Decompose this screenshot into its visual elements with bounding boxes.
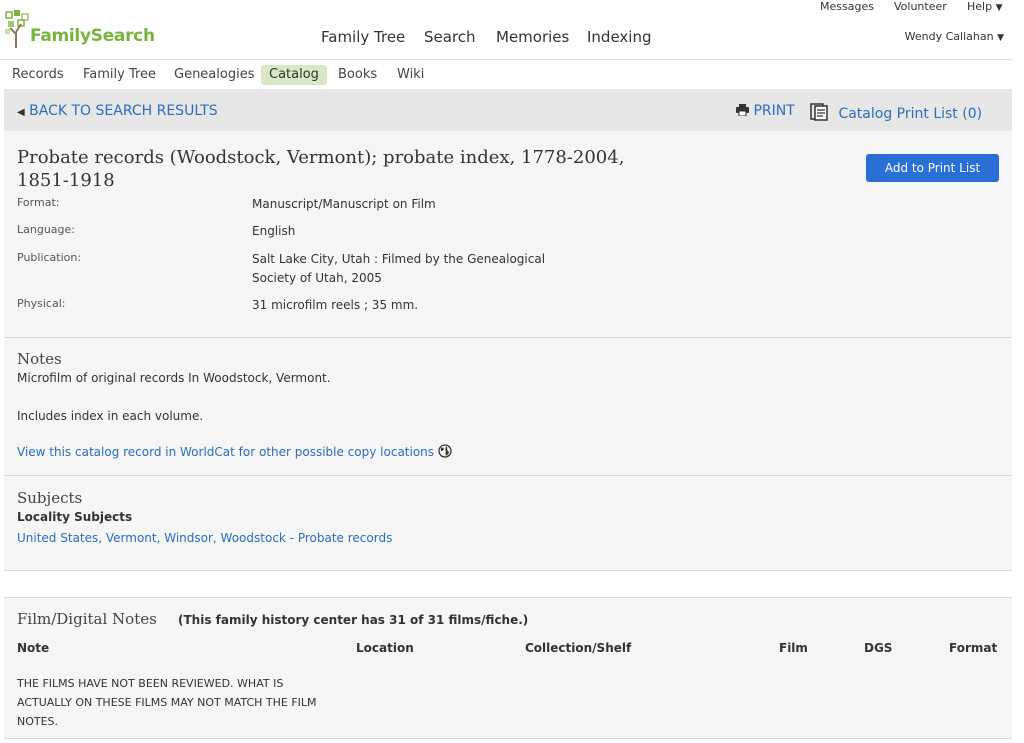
subnav-books[interactable]: Books [330,65,385,85]
notes-line-1: Microfilm of original records In Woodsto… [17,371,331,385]
back-label: BACK TO SEARCH RESULTS [29,103,218,119]
volunteer-link[interactable]: Volunteer [894,0,947,13]
catalog-print-list-link[interactable]: Catalog Print List (0) [810,103,982,122]
column-header-dgs[interactable]: DGS [864,641,892,655]
locality-subject-link[interactable]: United States, Vermont, Windsor, Woodsto… [17,531,392,545]
publication-value: Salt Lake City, Utah : Filmed by the Gen… [252,252,546,285]
user-name: Wendy Callahan [904,30,994,43]
physical-value: 31 microfilm reels ; 35 mm. [252,298,419,312]
film-count-note: (This family history center has 31 of 31… [178,613,529,627]
column-header-film[interactable]: Film [779,641,808,655]
column-header-location[interactable]: Location [356,641,414,655]
nav-family-tree[interactable]: Family Tree [321,28,405,46]
print-list-label: Catalog Print List (0) [838,106,983,122]
notes-line-2: Includes index in each volume. [17,409,204,423]
subnav-records[interactable]: Records [4,65,72,85]
tree-logo-icon [5,10,29,48]
logo-text: FamilySearch [30,26,155,46]
printer-icon [736,104,749,117]
help-label: Help [967,0,993,13]
film-note-cell: THE FILMS HAVE NOT BEEN REVIEWED. WHAT I… [17,677,317,728]
subnav-wiki[interactable]: Wiki [389,65,432,85]
worldcat-link[interactable]: View this catalog record in WorldCat for… [17,444,452,459]
language-label: Language: [17,223,75,236]
print-label: PRINT [753,103,795,119]
nav-memories[interactable]: Memories [496,28,569,46]
caret-down-icon: ▼ [995,3,1003,13]
add-to-print-list-button[interactable]: Add to Print List [866,154,999,182]
subnav-catalog[interactable]: Catalog [261,65,327,85]
back-to-results-link[interactable]: ◀ BACK TO SEARCH RESULTS [17,103,218,119]
subnav-genealogies[interactable]: Genealogies [166,65,262,85]
film-notes-heading: Film/Digital Notes [17,610,157,628]
messages-link[interactable]: Messages [820,0,874,13]
subjects-section [4,476,1012,570]
subnav-family-tree[interactable]: Family Tree [75,65,164,85]
language-value: English [252,224,296,238]
caret-down-icon: ▼ [997,33,1004,43]
nav-search[interactable]: Search [424,28,476,46]
publication-label: Publication: [17,251,82,264]
column-header-format[interactable]: Format [949,641,997,655]
print-list-icon [810,103,828,121]
format-value: Manuscript/Manuscript on Film [252,197,436,211]
column-header-collection-shelf[interactable]: Collection/Shelf [525,641,631,655]
user-menu[interactable]: Wendy Callahan ▼ [905,30,1004,43]
physical-label: Physical: [17,297,66,310]
divider [4,738,1012,739]
notes-heading: Notes [17,350,62,368]
sub-navigation: Records Family Tree Genealogies Catalog … [0,59,1012,90]
subjects-heading: Subjects [17,489,83,507]
record-title: Probate records (Woodstock, Vermont); pr… [17,147,625,191]
worldcat-label: View this catalog record in WorldCat for… [17,445,435,459]
divider [4,570,1012,571]
nav-indexing[interactable]: Indexing [587,28,652,46]
caret-left-icon: ◀ [17,107,25,118]
locality-subjects-heading: Locality Subjects [17,510,133,524]
familysearch-logo[interactable]: FamilySearch [4,10,155,50]
globe-icon [438,444,452,458]
column-header-note[interactable]: Note [17,641,49,655]
print-link[interactable]: PRINT [736,103,795,119]
format-label: Format: [17,196,60,209]
help-menu[interactable]: Help ▼ [967,0,1003,13]
